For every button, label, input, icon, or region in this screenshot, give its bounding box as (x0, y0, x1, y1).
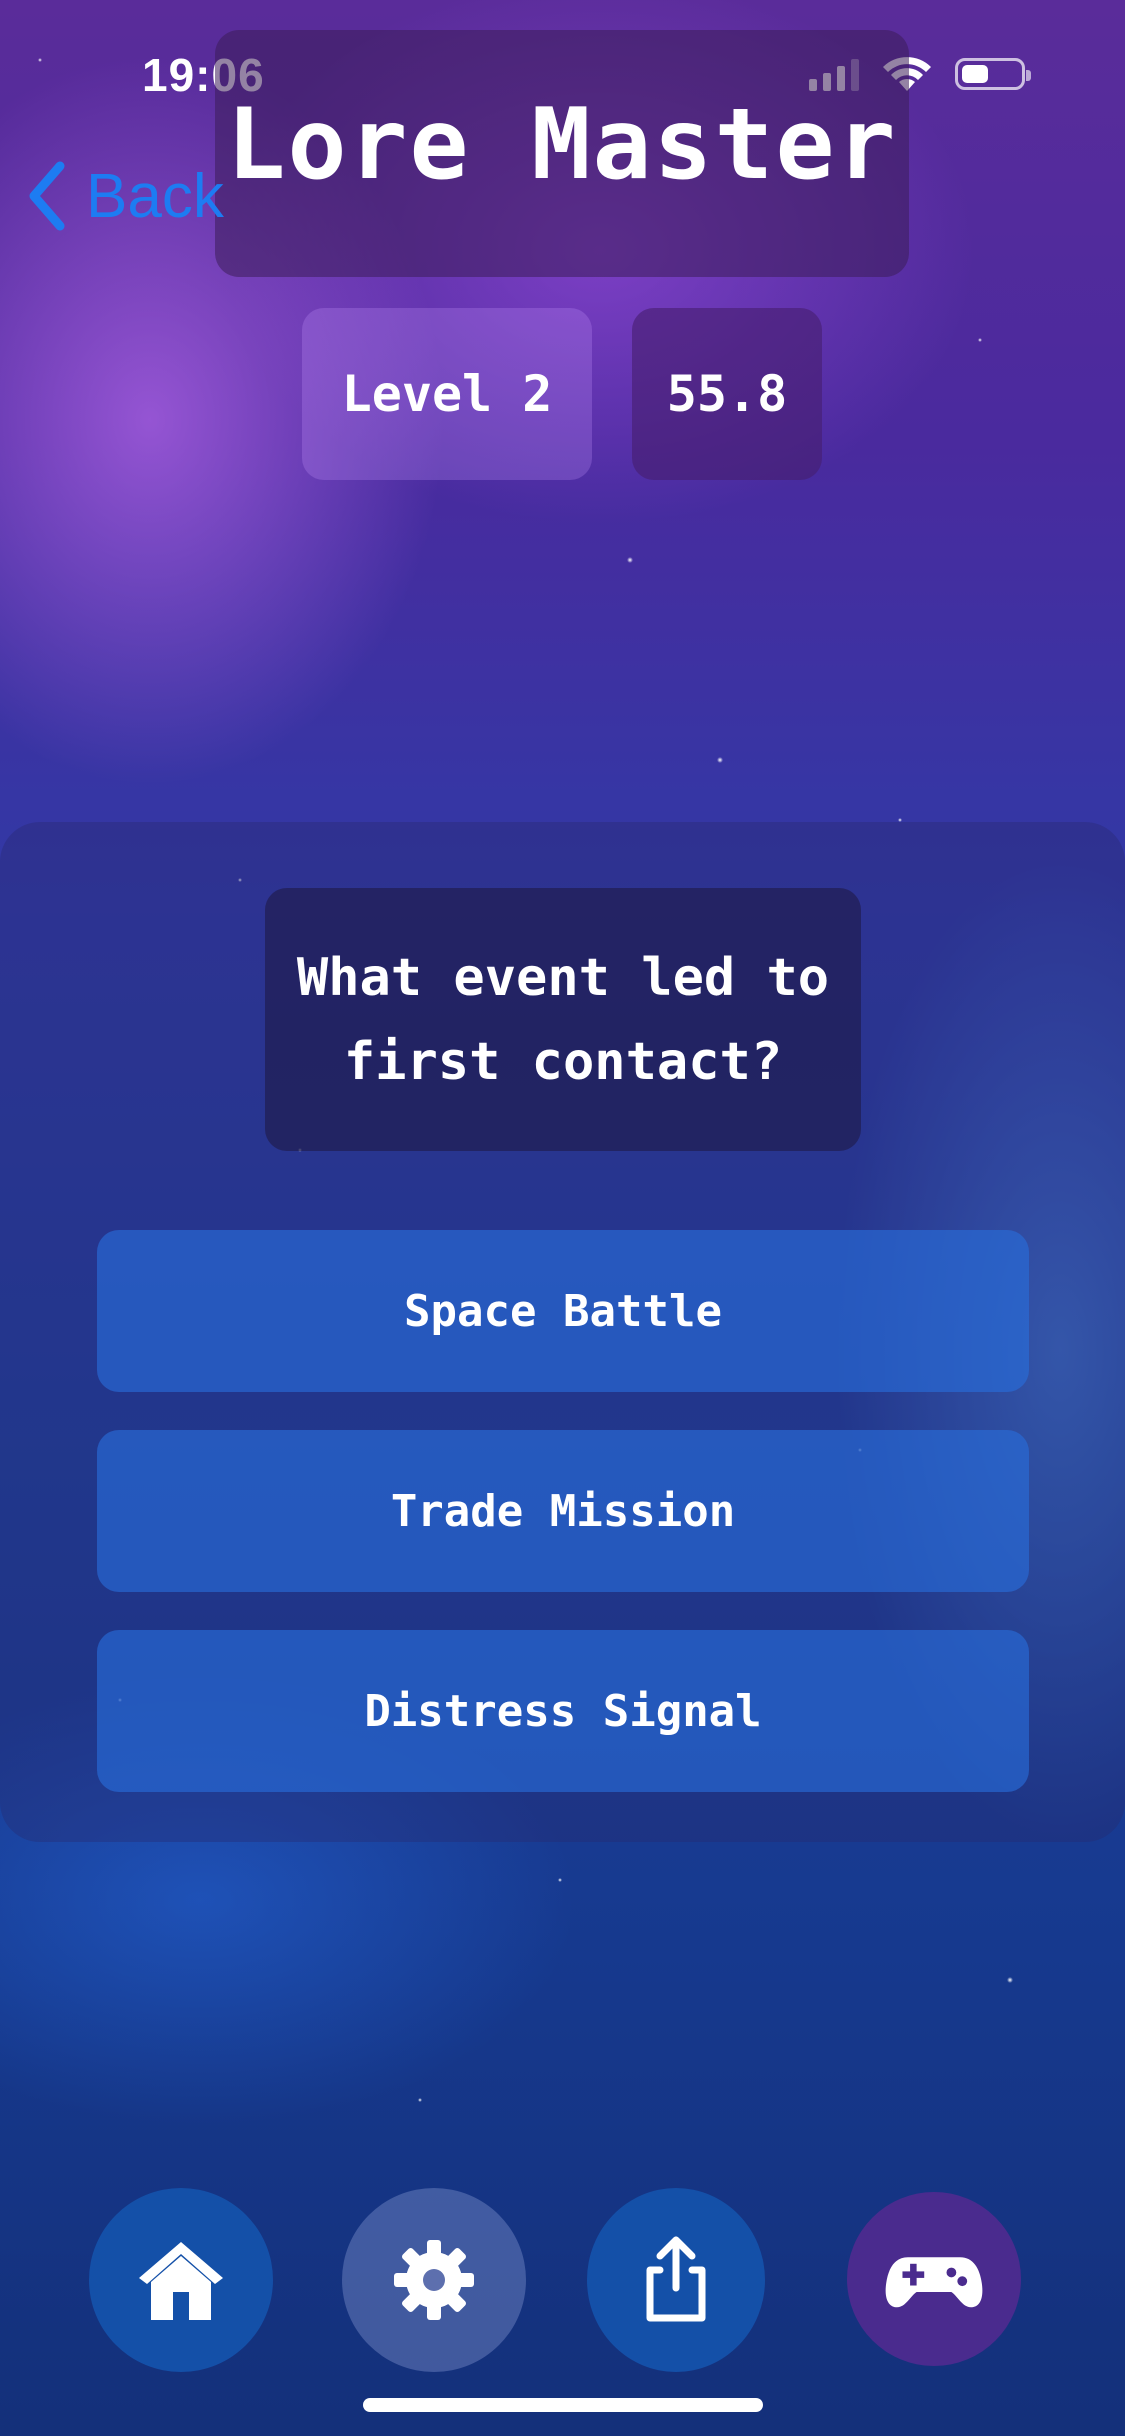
share-button[interactable] (587, 2188, 765, 2372)
home-button[interactable] (89, 2188, 273, 2372)
question-text: What event led to first contact? (265, 888, 861, 1151)
answer-button-trade-mission[interactable]: Trade Mission (97, 1430, 1029, 1592)
game-button[interactable] (847, 2192, 1021, 2366)
back-label: Back (86, 161, 224, 231)
settings-button[interactable] (342, 2188, 526, 2372)
page-title: Lore Master (226, 88, 898, 202)
gear-icon (394, 2240, 474, 2320)
chevron-left-icon (29, 161, 65, 231)
level-badge: Level 2 (302, 308, 592, 480)
battery-icon (955, 58, 1031, 90)
answer-button-space-battle[interactable]: Space Battle (97, 1230, 1029, 1392)
home-icon (139, 2242, 223, 2320)
answer-button-distress-signal[interactable]: Distress Signal (97, 1630, 1029, 1792)
share-icon (646, 2236, 706, 2322)
gamepad-icon (885, 2257, 983, 2308)
score-badge: 55.8 (632, 308, 822, 480)
home-indicator[interactable] (363, 2398, 763, 2412)
back-button[interactable]: Back (26, 160, 224, 232)
